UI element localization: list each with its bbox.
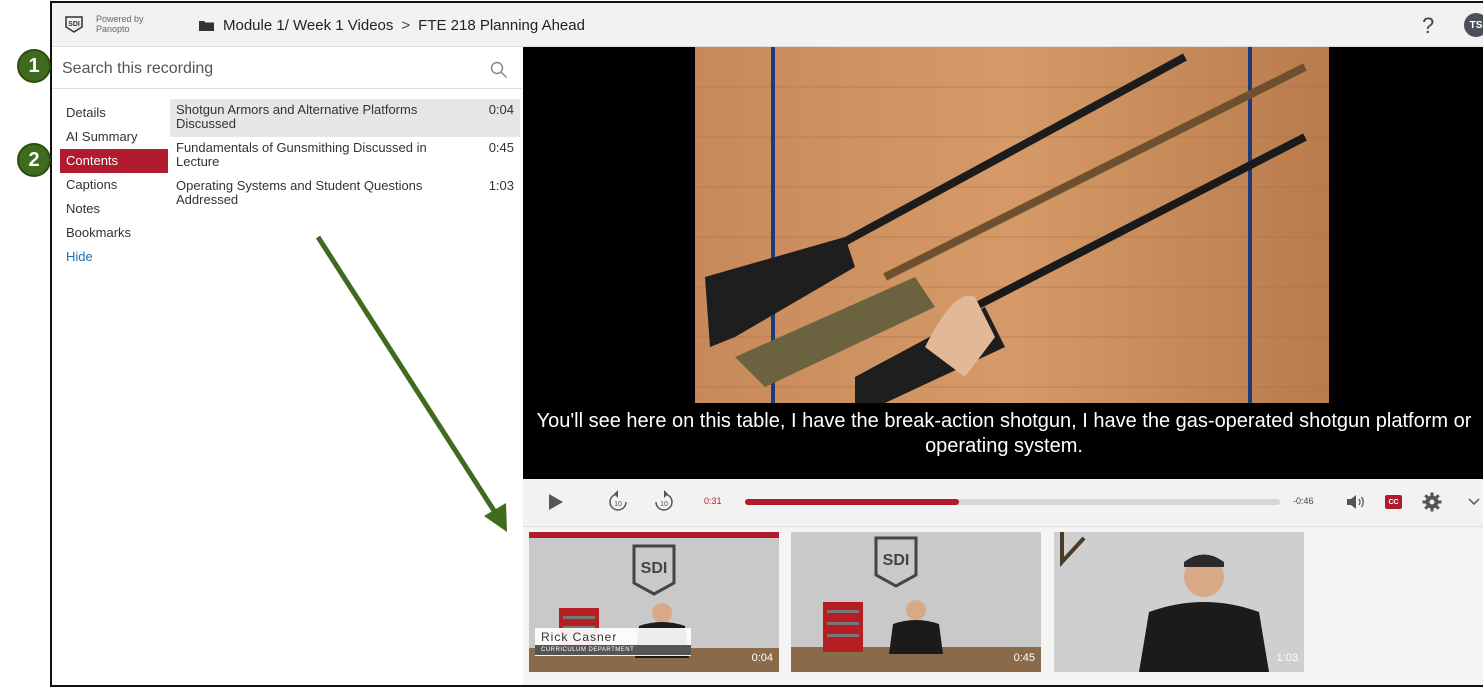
search-icon[interactable] bbox=[490, 61, 508, 79]
contents-entry-time: 0:45 bbox=[488, 140, 514, 155]
thumbnail-time: 1:03 bbox=[1276, 652, 1298, 664]
svg-text:SDI: SDI bbox=[68, 21, 80, 28]
tab-contents[interactable]: Contents bbox=[60, 149, 168, 173]
forward-seconds-label: 10 bbox=[660, 501, 668, 508]
thumbnail-time: 0:45 bbox=[1013, 652, 1035, 664]
closed-caption-text: You'll see here on this table, I have th… bbox=[536, 410, 1472, 457]
tab-notes[interactable]: Notes bbox=[60, 197, 168, 221]
contents-entry-time: 1:03 bbox=[488, 178, 514, 193]
rewind-10-icon[interactable]: 10 bbox=[607, 489, 629, 513]
tab-ai-summary[interactable]: AI Summary bbox=[60, 125, 168, 149]
thumbnail-image: SDI bbox=[791, 532, 1041, 672]
contents-entry-time: 0:04 bbox=[488, 102, 514, 117]
speaker-name-bar: Rick Casner CURRICULUM DEPARTMENT bbox=[535, 628, 691, 656]
chevron-down-icon[interactable] bbox=[1468, 497, 1480, 507]
video-frame-image bbox=[695, 47, 1329, 403]
current-time: 0:31 bbox=[704, 496, 722, 506]
hide-sidebar-link[interactable]: Hide bbox=[60, 245, 168, 269]
contents-list: Shotgun Armors and Alternative Platforms… bbox=[170, 99, 520, 213]
annotation-badge-1: 1 bbox=[17, 49, 51, 83]
avatar[interactable]: TS bbox=[1464, 13, 1483, 37]
volume-icon[interactable] bbox=[1346, 494, 1366, 510]
sidebar-tabs: Details AI Summary Contents Captions Not… bbox=[60, 101, 168, 269]
video-player[interactable]: You'll see here on this table, I have th… bbox=[523, 47, 1483, 479]
tab-details[interactable]: Details bbox=[60, 101, 168, 125]
thumbnail-1[interactable]: SDI Rick Casner CURRICULUM DEPARTMENT 0:… bbox=[529, 532, 779, 672]
annotation-badge-2: 2 bbox=[17, 143, 51, 177]
powered-by-panopto[interactable]: Powered by Panopto bbox=[96, 14, 144, 34]
contents-entry-title: Operating Systems and Student Questions … bbox=[176, 178, 423, 207]
powered-by-label: Powered by bbox=[96, 14, 144, 24]
panopto-viewer: SDI Powered by Panopto Module 1/ Week 1 … bbox=[50, 1, 1483, 687]
remaining-time: -0:46 bbox=[1293, 496, 1314, 506]
progress-fill bbox=[745, 499, 959, 505]
list-item[interactable]: Fundamentals of Gunsmithing Discussed in… bbox=[170, 137, 520, 175]
list-item[interactable]: Operating Systems and Student Questions … bbox=[170, 175, 520, 213]
forward-10-icon[interactable]: 10 bbox=[653, 489, 675, 513]
sdi-logo-icon: SDI bbox=[65, 16, 83, 33]
page-title: FTE 218 Planning Ahead bbox=[418, 17, 585, 34]
tab-captions[interactable]: Captions bbox=[60, 173, 168, 197]
contents-entry-title: Shotgun Armors and Alternative Platforms… bbox=[176, 102, 418, 131]
breadcrumb: Module 1/ Week 1 Videos > FTE 218 Planning… bbox=[223, 17, 585, 34]
folder-icon bbox=[199, 21, 214, 31]
thumbnail-time: 0:04 bbox=[751, 652, 773, 664]
player-controls: 10 10 0:31 -0:46 CC bbox=[523, 479, 1483, 527]
rewind-seconds-label: 10 bbox=[614, 501, 622, 508]
list-item[interactable]: Shotgun Armors and Alternative Platforms… bbox=[170, 99, 520, 137]
search-input[interactable] bbox=[62, 57, 472, 81]
help-icon[interactable]: ? bbox=[1422, 13, 1434, 39]
speaker-department: CURRICULUM DEPARTMENT bbox=[535, 645, 691, 655]
thumbnail-strip: SDI Rick Casner CURRICULUM DEPARTMENT 0:… bbox=[523, 527, 1483, 685]
contents-entry-title: Fundamentals of Gunsmithing Discussed in… bbox=[176, 140, 427, 169]
svg-text:SDI: SDI bbox=[641, 560, 668, 577]
breadcrumb-separator: > bbox=[401, 17, 411, 34]
speaker-name: Rick Casner bbox=[541, 630, 618, 644]
settings-gear-icon[interactable] bbox=[1422, 492, 1442, 512]
thumbnail-3[interactable]: 1:03 bbox=[1054, 532, 1304, 672]
closed-captions-button[interactable]: CC bbox=[1385, 495, 1402, 509]
search-bar bbox=[52, 49, 522, 89]
panopto-label: Panopto bbox=[96, 24, 130, 34]
play-icon[interactable] bbox=[548, 493, 564, 511]
tab-bookmarks[interactable]: Bookmarks bbox=[60, 221, 168, 245]
thumbnail-image bbox=[1054, 532, 1304, 672]
top-header: SDI Powered by Panopto Module 1/ Week 1 … bbox=[52, 3, 1483, 47]
thumbnail-2[interactable]: SDI 0:45 bbox=[791, 532, 1041, 672]
svg-text:SDI: SDI bbox=[883, 552, 910, 569]
breadcrumb-folder-link[interactable]: Module 1/ Week 1 Videos bbox=[223, 17, 393, 34]
progress-bar[interactable] bbox=[745, 499, 1280, 505]
